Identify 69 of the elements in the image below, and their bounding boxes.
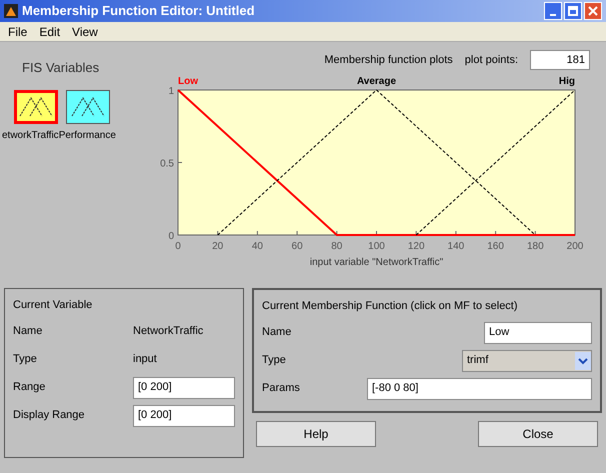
x-tick: 80 [331, 230, 342, 252]
membership-line[interactable] [416, 90, 576, 236]
x-tick: 100 [368, 230, 385, 252]
x-tick: 140 [448, 230, 464, 252]
y-tick-label: 1 [168, 86, 174, 97]
series-label: Average [356, 76, 396, 87]
app-icon [4, 4, 18, 18]
input-field[interactable]: [0 200] [133, 376, 235, 398]
variable-label: Performance [58, 128, 116, 142]
x-tick-label: 140 [448, 241, 465, 252]
chevron-icon [575, 352, 591, 370]
plot-points-label: plot points: [464, 52, 518, 68]
maximize-button[interactable] [564, 2, 582, 20]
panel-title: Current Membership Function (click on MF to select) [262, 299, 519, 314]
axis-label: input variable "NetworkTraffic" [310, 257, 444, 268]
x-tick: 20 [212, 230, 224, 252]
window-title: Membership Function Editor: Untitled [22, 2, 255, 20]
variable-label: etworkTraffic [2, 128, 59, 142]
x-tick-label: 160 [487, 241, 504, 252]
type-dropdown[interactable]: trimf [462, 350, 592, 372]
action-button[interactable]: Help [256, 420, 376, 446]
x-tick: 120 [408, 230, 425, 252]
x-tick: 60 [292, 230, 303, 252]
panel-title: FIS Variables [22, 59, 100, 77]
minimize-button[interactable] [544, 2, 562, 20]
x-tick-label: 180 [526, 241, 544, 252]
input-field[interactable]: Low [484, 322, 592, 344]
plot-points-field[interactable]: 181 [530, 50, 590, 70]
field-value: input [133, 352, 157, 368]
menu-item[interactable]: View [72, 22, 98, 40]
x-tick-label: 200 [566, 241, 584, 252]
field-label: Display Range [13, 408, 86, 424]
close-button[interactable] [584, 2, 602, 20]
field-label: Type [13, 352, 38, 368]
membership-line[interactable] [177, 89, 575, 236]
field-label: Name [262, 325, 292, 340]
action-button[interactable]: Close [478, 420, 598, 446]
x-tick: 200 [566, 230, 584, 252]
variable-icon[interactable] [14, 90, 58, 124]
field-value: NetworkTraffic [133, 324, 204, 340]
x-tick-label: 120 [408, 241, 425, 252]
x-tick-label: 20 [212, 241, 224, 252]
field-label: Params [262, 381, 301, 396]
field-label: Range [13, 380, 46, 396]
y-tick-label: 0.5 [160, 158, 174, 170]
y-tick: 0.5 [160, 158, 182, 170]
menu-item[interactable]: File [8, 22, 28, 40]
panel-title: Current Variable [13, 298, 94, 313]
x-tick: 160 [487, 230, 504, 252]
y-tick-label: 0 [168, 231, 174, 242]
input-field[interactable]: [0 200] [133, 404, 235, 426]
field-label: Name [13, 324, 44, 340]
x-tick: 40 [252, 230, 263, 252]
plot-title: Membership function plots [324, 52, 453, 68]
x-icon [588, 6, 598, 16]
series-label: Low [178, 76, 198, 87]
membership-line[interactable] [217, 89, 536, 236]
x-tick-label: 80 [331, 241, 343, 252]
y-tick: 1 [168, 86, 182, 97]
input-field[interactable]: [-80 0 80] [367, 378, 592, 400]
x-tick-label: 100 [368, 241, 386, 252]
menu-item[interactable]: Edit [39, 22, 60, 40]
x-tick-label: 0 [175, 241, 182, 252]
x-tick-label: 40 [252, 241, 264, 252]
field-label: Type [262, 353, 287, 368]
x-tick: 180 [526, 230, 544, 252]
x-tick-label: 60 [292, 241, 304, 252]
series-label: Hig [558, 76, 575, 87]
variable-icon[interactable] [66, 90, 110, 124]
